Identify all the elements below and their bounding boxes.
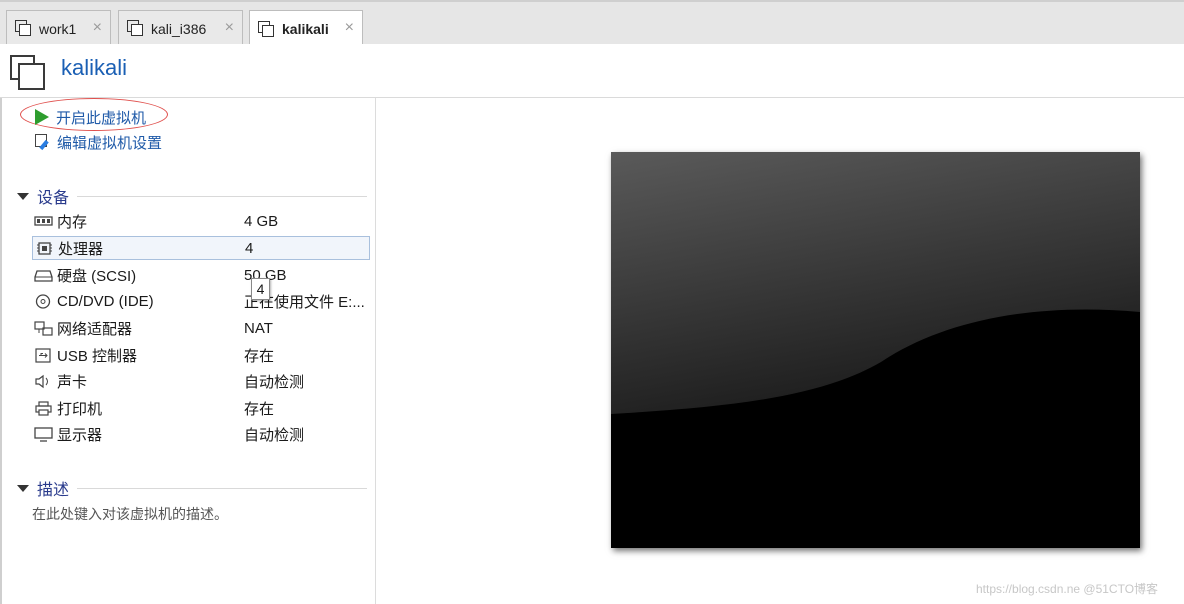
device-name: 内存 bbox=[57, 213, 88, 231]
vm-icon bbox=[15, 20, 32, 37]
device-row-usb-controller[interactable]: USB 控制器 存在 bbox=[32, 343, 370, 367]
device-name: USB 控制器 bbox=[57, 347, 138, 365]
device-value: 自动检测 bbox=[244, 373, 305, 391]
tab-work1[interactable]: work1 × bbox=[6, 10, 111, 46]
device-row-display[interactable]: 显示器 自动检测 bbox=[32, 422, 370, 446]
cd-dvd-icon bbox=[34, 293, 53, 309]
play-icon bbox=[35, 109, 49, 125]
device-name: 显示器 bbox=[57, 426, 103, 444]
vm-screen-thumbnail[interactable] bbox=[611, 152, 1140, 548]
watermark: https://blog.csdn.ne @51CTO博客 bbox=[976, 582, 1159, 596]
edit-settings-label: 编辑虚拟机设置 bbox=[57, 134, 163, 152]
device-value: 4 bbox=[245, 239, 254, 257]
divider bbox=[77, 487, 367, 489]
usb-icon bbox=[34, 347, 53, 363]
processor-icon bbox=[35, 241, 54, 256]
device-name: 网络适配器 bbox=[57, 320, 133, 338]
device-name: 处理器 bbox=[58, 240, 104, 258]
memory-icon bbox=[34, 214, 53, 229]
device-name: 声卡 bbox=[57, 373, 88, 391]
tab-label: work1 bbox=[39, 20, 77, 37]
devices-section-header[interactable]: 设备 bbox=[17, 186, 367, 207]
tooltip: 4 bbox=[251, 278, 270, 300]
device-row-processor[interactable]: 处理器 4 bbox=[32, 236, 370, 260]
collapse-triangle-icon[interactable] bbox=[17, 484, 29, 492]
tab-strip: work1 × kali_i386 × kalikali × bbox=[0, 0, 1184, 47]
device-name: 打印机 bbox=[57, 400, 103, 418]
description-field[interactable]: 在此处键入对该虚拟机的描述。 bbox=[32, 504, 228, 524]
tab-label: kali_i386 bbox=[151, 20, 207, 37]
devices-section-title: 设备 bbox=[37, 190, 70, 207]
power-on-button[interactable]: 开启此虚拟机 bbox=[35, 106, 146, 128]
device-row-hard-disk[interactable]: 硬盘 (SCSI) 50 GB bbox=[32, 263, 370, 287]
vm-summary-panel: 开启此虚拟机 编辑虚拟机设置 设备 内存 4 GB 处理器 4 硬盘 (SCSI… bbox=[0, 98, 376, 604]
device-row-memory[interactable]: 内存 4 GB bbox=[32, 209, 370, 233]
tab-kalikali[interactable]: kalikali × bbox=[249, 10, 363, 47]
device-value: NAT bbox=[244, 319, 273, 337]
device-value: 4 GB bbox=[244, 212, 279, 230]
description-section-title: 描述 bbox=[37, 482, 70, 499]
divider bbox=[77, 195, 367, 197]
vm-icon bbox=[258, 20, 275, 38]
device-name: 硬盘 (SCSI) bbox=[57, 267, 137, 285]
description-section-header[interactable]: 描述 bbox=[17, 478, 367, 499]
device-value: 存在 bbox=[244, 400, 275, 418]
device-row-printer[interactable]: 打印机 存在 bbox=[32, 396, 370, 420]
tab-label: kalikali bbox=[282, 21, 329, 37]
monitor-icon bbox=[34, 426, 53, 442]
device-value: 存在 bbox=[244, 347, 275, 365]
close-icon[interactable]: × bbox=[345, 19, 354, 37]
tab-kali-i386[interactable]: kali_i386 × bbox=[118, 10, 243, 46]
device-row-network-adapter[interactable]: 网络适配器 NAT bbox=[32, 316, 370, 340]
printer-icon bbox=[34, 400, 53, 416]
power-on-label: 开启此虚拟机 bbox=[56, 109, 147, 127]
collapse-triangle-icon[interactable] bbox=[17, 192, 29, 200]
edit-settings-icon bbox=[35, 134, 51, 151]
page-title: kalikali bbox=[61, 55, 128, 80]
device-row-sound-card[interactable]: 声卡 自动检测 bbox=[32, 369, 370, 393]
vm-icon bbox=[127, 20, 144, 37]
close-icon[interactable]: × bbox=[93, 19, 102, 37]
edit-settings-button[interactable]: 编辑虚拟机设置 bbox=[35, 131, 162, 153]
thumbnail-graphic bbox=[611, 152, 1140, 548]
hard-disk-icon bbox=[34, 268, 53, 283]
device-name: CD/DVD (IDE) bbox=[57, 292, 154, 310]
network-adapter-icon bbox=[34, 320, 53, 336]
vm-header: kalikali bbox=[0, 44, 1184, 98]
close-icon[interactable]: × bbox=[225, 19, 234, 37]
vm-icon bbox=[10, 55, 46, 90]
device-row-cd-dvd[interactable]: CD/DVD (IDE) 正在使用文件 E:... bbox=[32, 289, 370, 313]
device-value: 自动检测 bbox=[244, 426, 305, 444]
speaker-icon bbox=[34, 374, 53, 389]
